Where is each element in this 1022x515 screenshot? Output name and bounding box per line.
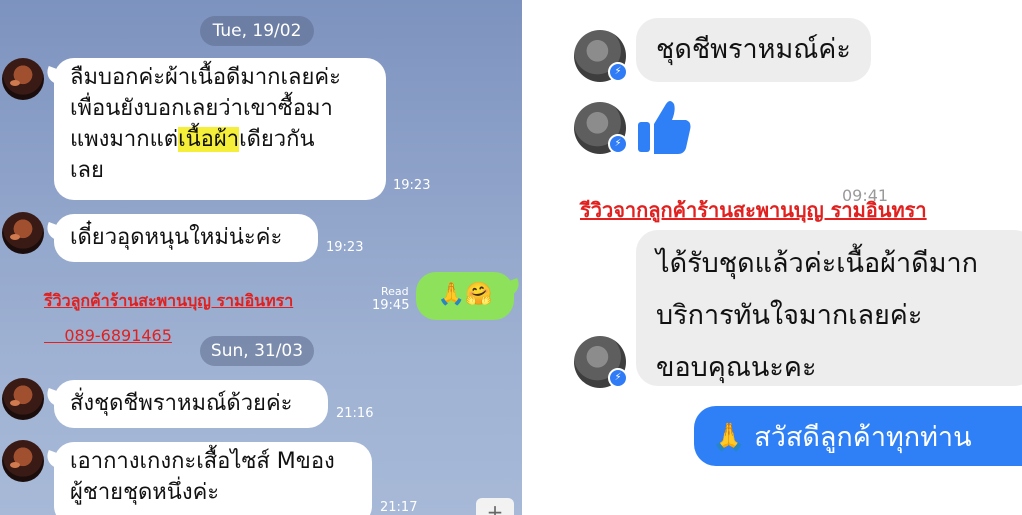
message-bubble[interactable]: ได้รับชุดแล้วค่ะเนื้อผ้าดีมาก บริการทันใ… [636,230,1022,386]
sent-message-bubble[interactable]: 🙏🤗 [416,272,514,320]
message-text: บริการทันใจมากเลยค่ะ [656,300,923,331]
highlighted-text: เนื้อผ้า [178,127,240,152]
messenger-icon: ⚡ [608,134,628,154]
screenshot-collage: Tue, 19/02 ลืมบอกค่ะผ้าเนื้อดีมากเลยค่ะ … [0,0,1022,515]
avatar[interactable] [2,440,44,482]
message-text: แพงมากแต่เนื้อผ้าเดียวกัน [70,124,370,155]
avatar[interactable] [2,378,44,420]
sent-message-bubble[interactable]: 🙏 สวัสดีลูกค้าทุกท่าน [694,406,1022,466]
message-text: เลย [70,158,104,183]
message-bubble[interactable]: ลืมบอกค่ะผ้าเนื้อดีมากเลยค่ะ เพื่อนยังบอ… [54,58,386,200]
add-button[interactable]: + [476,498,514,515]
message-text: เดี๋ยวอุดหนุนใหม่น่ะค่ะ [70,225,283,250]
message-text: สั่งชุดชีพราหมณ์ด้วยค่ะ [70,391,293,416]
message-text: ลืมบอกค่ะผ้าเนื้อดีมากเลยค่ะ [70,65,341,90]
read-indicator: Read [381,285,409,298]
message-text: ชุดชีพราหมณ์ค่ะ [656,34,851,65]
message-time: 19:45 [372,298,410,313]
message-bubble[interactable]: สั่งชุดชีพราหมณ์ด้วยค่ะ [54,380,328,428]
message-bubble[interactable]: ชุดชีพราหมณ์ค่ะ [636,18,871,82]
review-caption: รีวิวจากลูกค้าร้านสะพานบุญ รามอินทรา [580,198,927,222]
message-text: ผู้ชายชุดหนึ่งค่ะ [70,480,220,505]
phone-number[interactable]: 089-6891465 [44,326,172,345]
message-time: 19:23 [393,178,431,193]
avatar[interactable] [2,212,44,254]
message-text-segment: แพงมากแต่ [70,127,179,152]
message-text: เอากางเกงกะเสื้อไซส์ Mของ [70,449,335,474]
avatar[interactable] [2,58,44,100]
message-bubble[interactable]: เอากางเกงกะเสื้อไซส์ Mของ ผู้ชายชุดหนึ่ง… [54,442,372,515]
review-caption: รีวิวลูกค้าร้านสะพานบุญ รามอินทรา [44,291,294,310]
date-divider: Sun, 31/03 [200,336,314,366]
prayer-emoji-icon: 🙏 [712,422,746,453]
message-text-segment: เดียวกัน [239,127,315,152]
date-divider: Tue, 19/02 [200,16,314,46]
message-time: 21:17 [380,500,418,515]
messenger-icon: ⚡ [608,368,628,388]
emoji-text: 🙏🤗 [437,282,493,307]
messenger-icon: ⚡ [608,62,628,82]
message-text: เพื่อนยังบอกเลยว่าเขาซื้อมา [70,96,333,121]
message-text: ได้รับชุดแล้วค่ะเนื้อผ้าดีมาก [656,248,979,279]
message-bubble[interactable]: เดี๋ยวอุดหนุนใหม่น่ะค่ะ [54,214,318,262]
messenger-chat-panel: ⚡ ชุดชีพราหมณ์ค่ะ ⚡ 09:41 รีวิวจากลูกค้า… [522,0,1022,515]
like-thumb-icon[interactable] [636,98,692,156]
phone-number-text: 089-6891465 [64,326,172,345]
message-text: สวัสดีลูกค้าทุกท่าน [754,422,972,453]
message-text: ขอบคุณนะคะ [656,352,817,383]
message-time: 21:16 [336,406,374,421]
line-chat-panel: Tue, 19/02 ลืมบอกค่ะผ้าเนื้อดีมากเลยค่ะ … [0,0,522,515]
message-time: 19:23 [326,240,364,255]
